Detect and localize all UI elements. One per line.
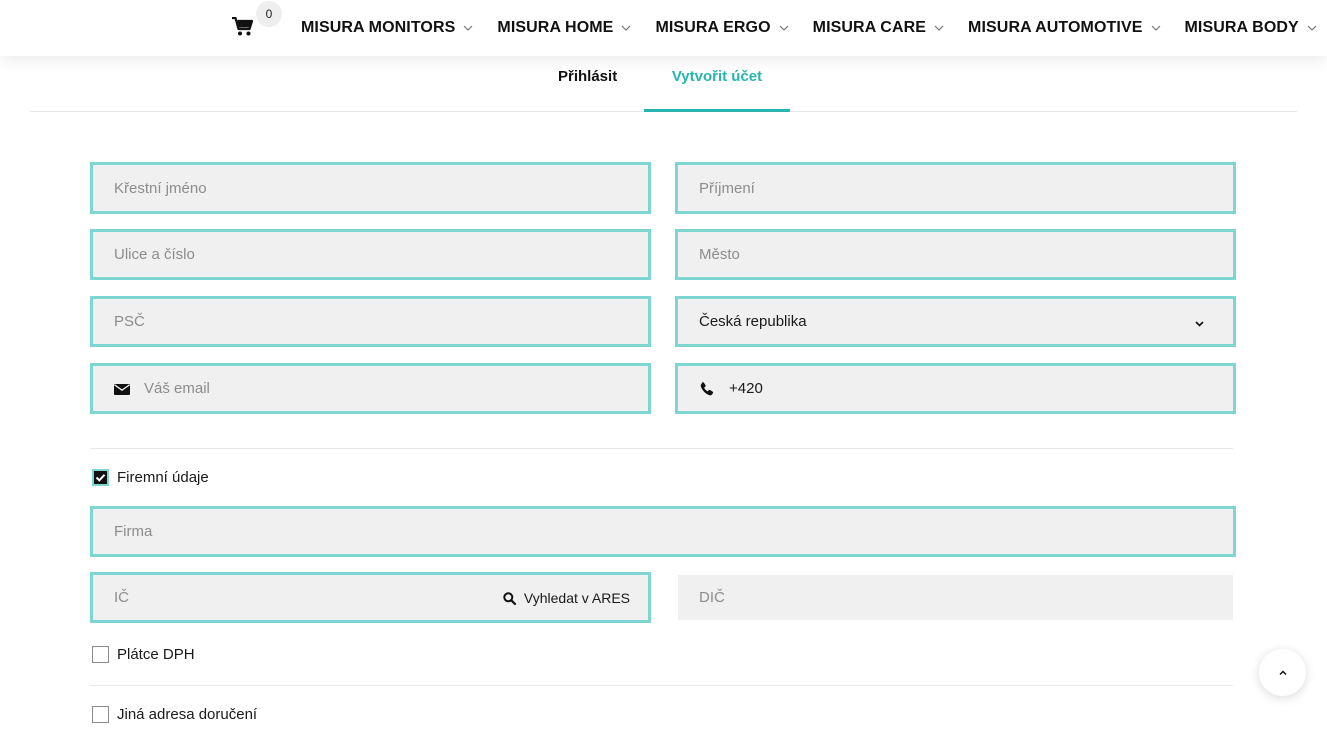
checkmark-icon xyxy=(95,474,106,482)
nav-item-misura-automotive[interactable]: MISURA AUTOMOTIVE xyxy=(968,19,1160,37)
search-icon xyxy=(503,591,516,605)
top-navigation-bar: 0 MISURA MONITORS MISURA HOME MISURA ERG… xyxy=(0,0,1327,56)
nav-item-label: MISURA BODY xyxy=(1184,19,1299,36)
city-field[interactable]: Město xyxy=(675,229,1236,280)
country-select[interactable]: Česká republika xyxy=(675,296,1236,347)
first-name-field[interactable]: Křestní jméno xyxy=(90,162,651,214)
chevron-down-icon xyxy=(934,25,944,31)
first-name-placeholder: Křestní jméno xyxy=(114,179,207,197)
other-address-checkbox[interactable] xyxy=(92,706,109,723)
account-tabs: Přihlásit Vytvořit účet xyxy=(30,56,1297,112)
nav-item-label: MISURA AUTOMOTIVE xyxy=(968,19,1143,36)
nav-item-label: MISURA CARE xyxy=(812,19,927,36)
main-menu: MISURA MONITORS MISURA HOME MISURA ERGO … xyxy=(301,0,1317,56)
chevron-down-icon xyxy=(1151,25,1160,31)
chevron-down-icon xyxy=(463,25,473,31)
section-divider xyxy=(90,448,1233,449)
chevron-down-icon xyxy=(1307,25,1317,31)
chevron-down-icon xyxy=(622,25,631,31)
nav-item-label: MISURA HOME xyxy=(497,19,614,36)
section-divider xyxy=(90,685,1233,686)
tab-login[interactable]: Přihlásit xyxy=(558,56,617,112)
vat-payer-checkbox-row[interactable]: Plátce DPH xyxy=(92,646,195,663)
dic-field[interactable]: DIČ xyxy=(678,575,1233,620)
other-address-checkbox-row[interactable]: Jiná adresa doručení xyxy=(92,706,257,723)
ares-lookup-button[interactable]: Vyhledat v ARES xyxy=(503,575,630,621)
cart-icon[interactable] xyxy=(232,17,254,39)
chevron-down-icon xyxy=(779,25,789,31)
ic-field[interactable]: IČ Vyhledat v ARES xyxy=(90,572,651,623)
vat-payer-checkbox[interactable] xyxy=(92,646,109,663)
tab-register[interactable]: Vytvořit účet xyxy=(644,56,790,112)
other-address-label: Jiná adresa doručení xyxy=(117,706,258,723)
nav-item-label: MISURA ERGO xyxy=(655,19,771,36)
street-placeholder: Ulice a číslo xyxy=(114,246,195,263)
scroll-to-top-button[interactable] xyxy=(1259,649,1306,696)
country-selected-value: Česká republika xyxy=(699,313,807,330)
nav-item-misura-monitors[interactable]: MISURA MONITORS xyxy=(301,19,473,37)
phone-icon xyxy=(700,381,714,395)
company-placeholder: Firma xyxy=(114,523,153,540)
vat-payer-label: Plátce DPH xyxy=(117,646,195,663)
phone-value: +420 xyxy=(729,380,763,397)
dic-placeholder: DIČ xyxy=(699,589,725,606)
company-details-checkbox-row[interactable]: Firemní údaje xyxy=(92,469,209,486)
cart-count-badge: 0 xyxy=(256,1,282,27)
chevron-down-icon xyxy=(1195,321,1204,327)
nav-item-misura-body[interactable]: MISURA BODY xyxy=(1185,19,1317,37)
company-details-checkbox[interactable] xyxy=(92,469,109,486)
company-field[interactable]: Firma xyxy=(90,506,1236,557)
envelope-icon xyxy=(114,383,130,395)
last-name-field[interactable]: Příjmení xyxy=(675,162,1236,214)
email-placeholder: Váš email xyxy=(144,380,210,397)
ares-lookup-label: Vyhledat v ARES xyxy=(523,590,630,606)
chevron-up-icon xyxy=(1278,669,1287,675)
email-field[interactable]: Váš email xyxy=(90,363,651,414)
zip-placeholder: PSČ xyxy=(114,313,145,330)
street-field[interactable]: Ulice a číslo xyxy=(90,229,651,280)
last-name-placeholder: Příjmení xyxy=(699,179,755,197)
phone-field[interactable]: +420 xyxy=(675,363,1236,414)
zip-field[interactable]: PSČ xyxy=(90,296,651,347)
nav-item-misura-home[interactable]: MISURA HOME xyxy=(497,19,631,37)
company-details-label: Firemní údaje xyxy=(117,469,209,486)
nav-item-label: MISURA MONITORS xyxy=(301,19,456,36)
ic-placeholder: IČ xyxy=(114,589,129,606)
nav-item-misura-care[interactable]: MISURA CARE xyxy=(813,19,944,37)
city-placeholder: Město xyxy=(699,246,740,263)
nav-item-misura-ergo[interactable]: MISURA ERGO xyxy=(655,19,789,37)
